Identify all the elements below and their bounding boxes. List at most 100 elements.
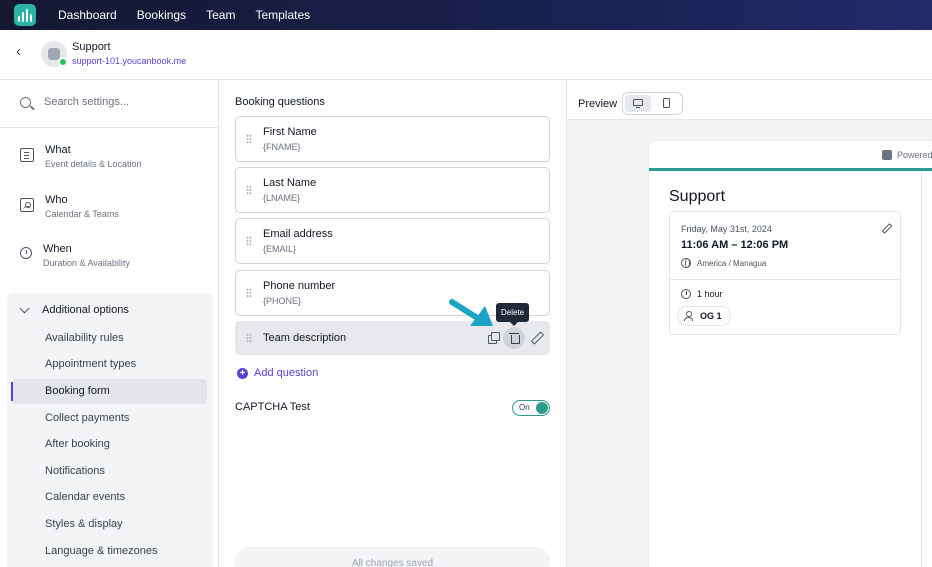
add-question-label: Add question xyxy=(254,367,319,379)
drag-handle-icon[interactable] xyxy=(246,333,252,343)
brand-color-bar xyxy=(649,168,932,171)
toggle-state-label: On xyxy=(519,403,530,412)
active-item-indicator xyxy=(11,382,13,401)
timezone-text: America / Managua xyxy=(697,258,767,268)
drag-handle-icon[interactable] xyxy=(246,185,252,195)
preview-toolbar: Preview xyxy=(567,92,684,115)
question-label: Email address xyxy=(263,228,333,240)
section-subtitle: Calendar & Teams xyxy=(45,209,119,219)
drag-handle-icon[interactable] xyxy=(246,288,252,298)
question-variable: {FNAME} xyxy=(263,142,301,152)
mobile-icon xyxy=(663,98,671,108)
nav-dashboard[interactable]: Dashboard xyxy=(58,8,117,22)
sidebar-item-language-timezones[interactable]: Language & timezones xyxy=(45,545,158,557)
add-question-button[interactable]: + Add question xyxy=(237,367,318,379)
question-card-first-name[interactable]: First Name {FNAME} xyxy=(235,116,550,162)
powered-text: Powered xyxy=(897,150,932,160)
chevron-down-icon xyxy=(19,303,30,314)
booking-timezone: America / Managua xyxy=(681,258,766,268)
sidebar-item-after-booking[interactable]: After booking xyxy=(45,438,110,450)
drag-handle-icon[interactable] xyxy=(246,236,252,246)
section-heading: Booking questions xyxy=(235,96,325,108)
sidebar-item-appointment-types[interactable]: Appointment types xyxy=(45,358,136,370)
question-label: Team description xyxy=(263,332,347,344)
search-input[interactable] xyxy=(44,96,194,108)
globe-icon xyxy=(681,258,691,268)
sidebar-section-who[interactable]: Who Calendar & Teams xyxy=(20,194,119,219)
document-icon xyxy=(20,148,34,162)
question-variable: {EMAIL} xyxy=(263,244,297,254)
back-arrow-icon[interactable]: ‹ xyxy=(16,44,30,59)
save-status-bar: All changes saved xyxy=(235,547,550,567)
sidebar-section-when[interactable]: When Duration & Availability xyxy=(20,243,130,268)
youcanbook-logo-icon xyxy=(882,150,892,160)
sidebar-item-booking-form[interactable]: Booking form xyxy=(45,385,110,397)
team-member-name: OG 1 xyxy=(700,311,722,321)
device-toggle xyxy=(622,92,684,115)
nav-team[interactable]: Team xyxy=(206,8,235,22)
captcha-toggle[interactable]: On xyxy=(512,400,550,416)
settings-sidebar: What Event details & Location Who Calend… xyxy=(0,80,219,567)
search-bar xyxy=(20,96,194,108)
section-subtitle: Duration & Availability xyxy=(43,258,130,268)
mobile-view-button[interactable] xyxy=(654,95,680,112)
watch-icon xyxy=(20,247,32,259)
booking-date: Friday, May 31st, 2024 xyxy=(681,224,772,234)
team-member-chip: OG 1 xyxy=(677,306,731,326)
section-title: What xyxy=(45,144,71,156)
sidebar-item-styles-display[interactable]: Styles & display xyxy=(45,518,123,530)
preview-panel: Preview Powered Support Friday, May 31st… xyxy=(566,80,932,567)
additional-options-toggle[interactable]: Additional options xyxy=(19,303,129,316)
duplicate-icon[interactable] xyxy=(487,332,500,344)
clock-icon xyxy=(681,289,691,299)
sidebar-item-calendar-events[interactable]: Calendar events xyxy=(45,491,125,503)
pointer-arrow-icon xyxy=(449,299,493,326)
edit-pencil-icon[interactable] xyxy=(882,224,890,232)
booking-page-title: Support xyxy=(669,188,726,205)
online-status-dot xyxy=(58,57,68,67)
plus-circle-icon: + xyxy=(237,367,248,379)
question-card-last-name[interactable]: Last Name {LNAME} xyxy=(235,167,550,213)
section-title: When xyxy=(43,243,72,255)
question-label: Last Name xyxy=(263,177,317,189)
toggle-knob xyxy=(536,402,548,414)
booking-page-link[interactable]: support-101.youcanbook.me xyxy=(72,56,186,66)
app-logo-icon[interactable] xyxy=(14,4,36,26)
booking-questions-panel: Booking questions First Name {FNAME} Las… xyxy=(219,80,566,567)
preview-canvas: Powered Support Friday, May 31st, 2024 1… xyxy=(567,119,932,567)
nav-bookings[interactable]: Bookings xyxy=(137,8,186,22)
edit-pencil-icon[interactable] xyxy=(530,332,542,344)
captcha-label: CAPTCHA Test xyxy=(235,401,310,413)
question-variable: {LNAME} xyxy=(263,193,301,203)
question-label: Phone number xyxy=(263,280,336,292)
divider xyxy=(670,279,900,280)
nav-templates[interactable]: Templates xyxy=(255,8,310,22)
delete-button[interactable] xyxy=(503,327,525,349)
trash-icon xyxy=(509,333,520,344)
section-subtitle: Event details & Location xyxy=(45,159,142,169)
powered-by-badge: Powered xyxy=(882,150,932,160)
question-variable: {PHONE} xyxy=(263,296,302,306)
additional-options-title: Additional options xyxy=(42,304,129,316)
question-card-team-description[interactable]: Team description xyxy=(235,321,550,355)
team-icon xyxy=(20,198,34,212)
booking-page-preview: Powered Support Friday, May 31st, 2024 1… xyxy=(649,141,932,567)
person-icon xyxy=(683,311,693,321)
booking-duration: 1 hour xyxy=(681,289,723,299)
preview-label: Preview xyxy=(578,97,618,110)
desktop-icon xyxy=(633,99,644,109)
drag-handle-icon[interactable] xyxy=(246,134,252,144)
search-icon xyxy=(20,96,31,108)
page-title: Support xyxy=(72,41,111,53)
top-nav: Dashboard Bookings Team Templates xyxy=(0,0,932,30)
sidebar-item-collect-payments[interactable]: Collect payments xyxy=(45,412,129,424)
sidebar-section-what[interactable]: What Event details & Location xyxy=(20,144,142,169)
sidebar-item-availability-rules[interactable]: Availability rules xyxy=(45,332,124,344)
booking-time: 11:06 AM – 12:06 PM xyxy=(681,239,789,251)
booking-summary-card: Friday, May 31st, 2024 11:06 AM – 12:06 … xyxy=(669,211,901,335)
column-divider xyxy=(921,171,922,567)
desktop-view-button[interactable] xyxy=(625,95,652,112)
question-card-email[interactable]: Email address {EMAIL} xyxy=(235,218,550,264)
question-label: First Name xyxy=(263,126,317,138)
sidebar-item-notifications[interactable]: Notifications xyxy=(45,465,105,477)
